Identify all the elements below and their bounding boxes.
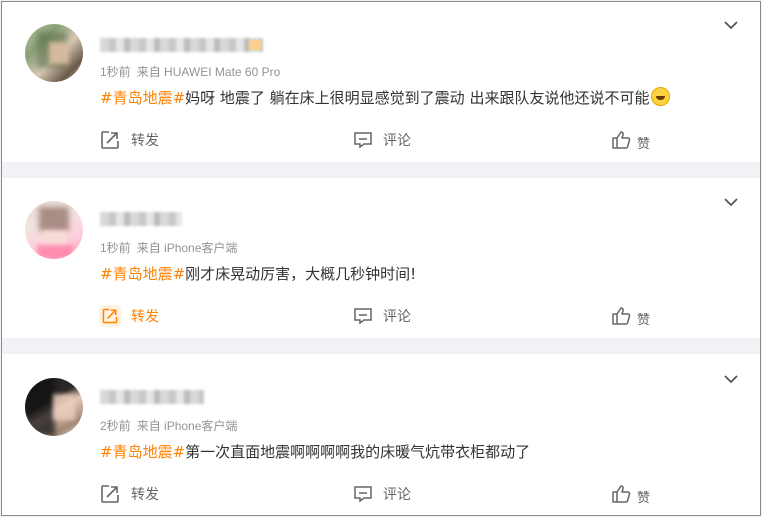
comment-button[interactable]: 评论 bbox=[353, 482, 411, 506]
hashtag-link[interactable]: #青岛地震# bbox=[100, 265, 185, 283]
repost-label: 转发 bbox=[131, 487, 159, 503]
like-label: 赞 bbox=[637, 490, 651, 506]
comment-icon bbox=[354, 132, 372, 149]
post-meta: 1秒前 来自 HUAWEI Mate 60 Pro bbox=[100, 63, 280, 80]
laugh-cry-emoji-icon bbox=[651, 87, 671, 106]
post-source: 来自 iPhone客户端 bbox=[136, 241, 238, 255]
like-button[interactable]: 赞 bbox=[611, 128, 650, 152]
username-blurred[interactable] bbox=[100, 212, 182, 226]
weibo-feed: 1秒前 来自 HUAWEI Mate 60 Pro #青岛地震#妈呀 地震了 躺在… bbox=[1, 1, 761, 516]
thumbs-up-icon bbox=[612, 485, 631, 503]
post-text: 刚才床晃动厉害，大概几秒钟时间! bbox=[185, 265, 417, 283]
comment-icon bbox=[354, 486, 372, 503]
post-time[interactable]: 2秒前 bbox=[100, 419, 131, 433]
thumbs-up-icon bbox=[612, 307, 631, 325]
repost-icon-highlight bbox=[99, 305, 121, 327]
repost-icon bbox=[101, 131, 119, 149]
post-meta: 2秒前 来自 iPhone客户端 bbox=[100, 417, 237, 434]
repost-button[interactable]: 转发 bbox=[99, 128, 159, 152]
post-text: 第一次直面地震啊啊啊啊我的床暖气炕带衣柜都动了 bbox=[185, 443, 531, 461]
comment-icon bbox=[354, 308, 372, 325]
avatar[interactable] bbox=[25, 201, 83, 259]
like-label: 赞 bbox=[637, 312, 651, 328]
hashtag-link[interactable]: #青岛地震# bbox=[100, 443, 185, 461]
comment-button[interactable]: 评论 bbox=[353, 128, 411, 152]
post-source: 来自 HUAWEI Mate 60 Pro bbox=[136, 65, 281, 79]
comment-label: 评论 bbox=[383, 487, 411, 503]
post-actions: 转发 评论 赞 bbox=[2, 128, 760, 152]
weibo-post: 2秒前 来自 iPhone客户端 #青岛地震#第一次直面地震啊啊啊啊我的床暖气炕带… bbox=[2, 354, 760, 515]
repost-button[interactable]: 转发 bbox=[99, 304, 159, 328]
repost-label: 转发 bbox=[131, 133, 159, 149]
repost-icon bbox=[102, 308, 118, 324]
comment-button[interactable]: 评论 bbox=[353, 304, 411, 328]
avatar[interactable] bbox=[25, 24, 83, 82]
thumbs-up-icon bbox=[612, 131, 631, 149]
post-actions: 转发 评论 赞 bbox=[2, 482, 760, 506]
chevron-down-icon[interactable] bbox=[724, 198, 738, 207]
avatar[interactable] bbox=[25, 378, 83, 436]
comment-label: 评论 bbox=[383, 133, 411, 149]
post-source: 来自 iPhone客户端 bbox=[136, 419, 238, 433]
username-blurred[interactable] bbox=[100, 390, 204, 404]
post-content: #青岛地震#妈呀 地震了 躺在床上很明显感觉到了震动 出来跟队友说他还说不可能 bbox=[100, 87, 671, 108]
repost-label: 转发 bbox=[131, 309, 159, 325]
like-button[interactable]: 赞 bbox=[611, 304, 650, 328]
weibo-post: 1秒前 来自 HUAWEI Mate 60 Pro #青岛地震#妈呀 地震了 躺在… bbox=[2, 2, 760, 162]
post-time[interactable]: 1秒前 bbox=[100, 65, 131, 79]
post-actions: 转发 评论 赞 bbox=[2, 304, 760, 328]
post-time[interactable]: 1秒前 bbox=[100, 241, 131, 255]
repost-button[interactable]: 转发 bbox=[99, 482, 159, 506]
repost-icon bbox=[101, 485, 119, 503]
comment-label: 评论 bbox=[383, 309, 411, 325]
chevron-down-icon[interactable] bbox=[724, 21, 738, 30]
weibo-post: 1秒前 来自 iPhone客户端 #青岛地震#刚才床晃动厉害，大概几秒钟时间! 转… bbox=[2, 178, 760, 338]
like-label: 赞 bbox=[637, 136, 651, 152]
post-content: #青岛地震#第一次直面地震啊啊啊啊我的床暖气炕带衣柜都动了 bbox=[100, 441, 530, 462]
chevron-down-icon[interactable] bbox=[724, 375, 738, 384]
hashtag-link[interactable]: #青岛地震# bbox=[100, 89, 185, 107]
post-meta: 1秒前 来自 iPhone客户端 bbox=[100, 239, 237, 256]
username-badge bbox=[249, 40, 261, 50]
post-content: #青岛地震#刚才床晃动厉害，大概几秒钟时间! bbox=[100, 263, 416, 284]
username-blurred[interactable] bbox=[100, 38, 263, 52]
post-text: 妈呀 地震了 躺在床上很明显感觉到了震动 出来跟队友说他还说不可能 bbox=[185, 89, 650, 107]
like-button[interactable]: 赞 bbox=[611, 482, 650, 506]
